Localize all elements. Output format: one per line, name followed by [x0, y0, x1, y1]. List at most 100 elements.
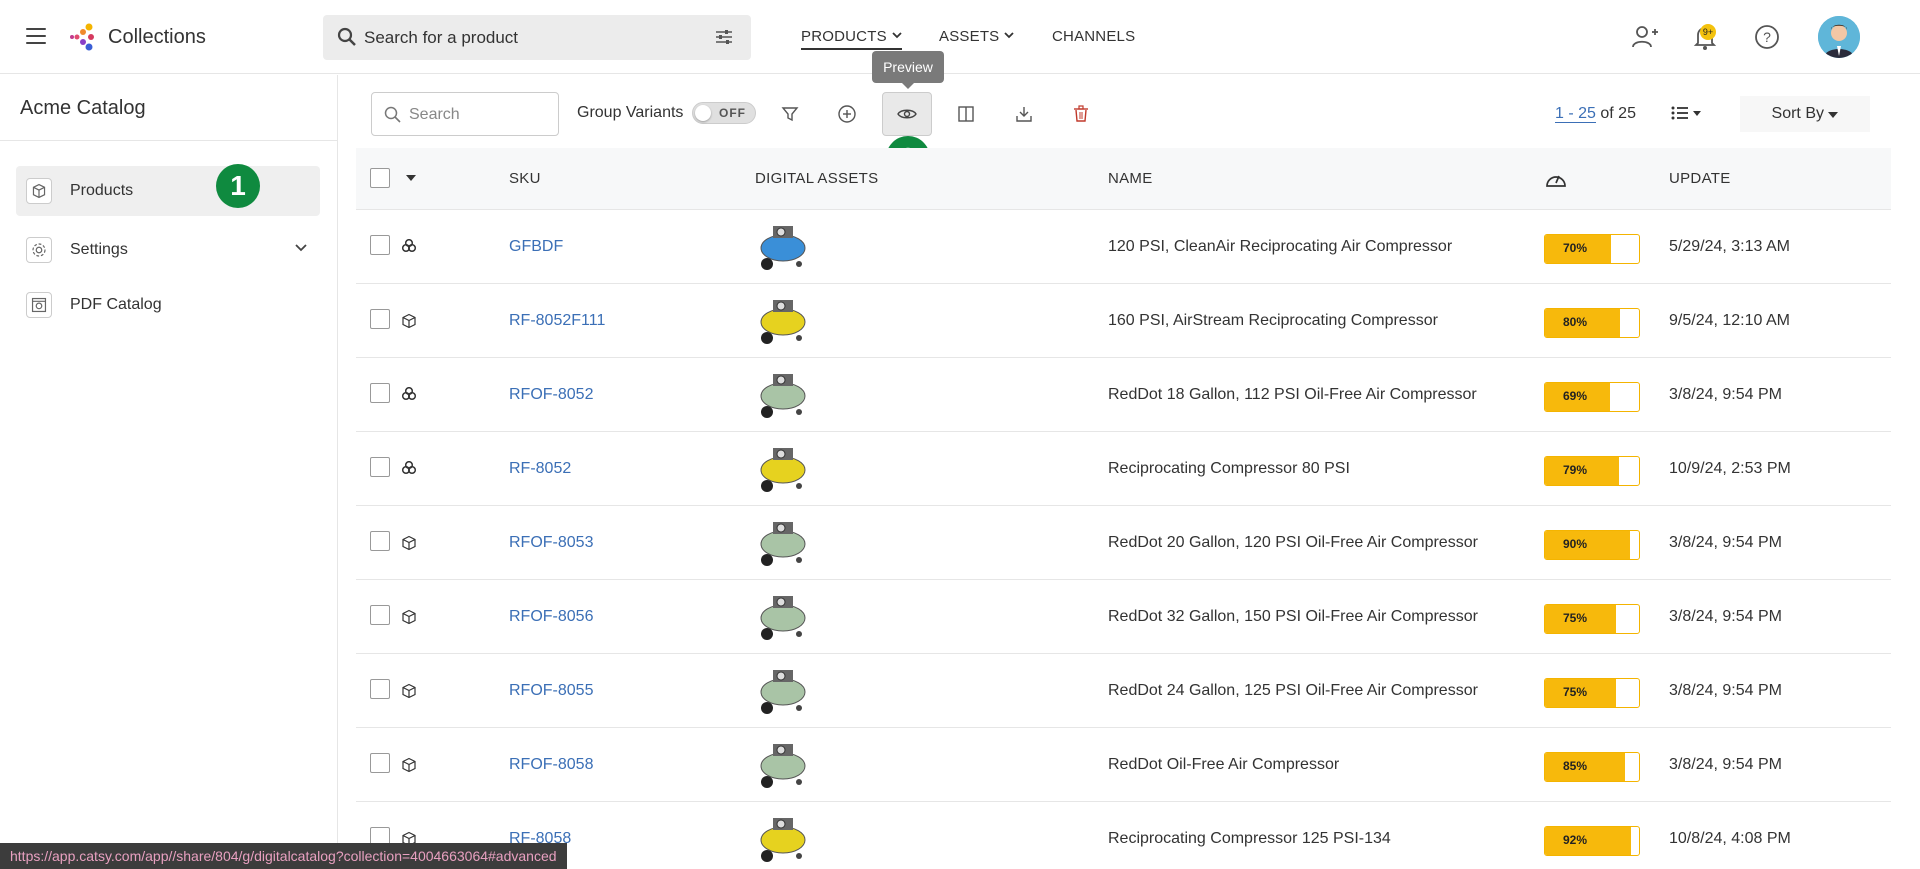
product-icon [402, 757, 416, 773]
product-thumbnail[interactable] [755, 370, 811, 422]
row-checkbox[interactable] [370, 309, 390, 329]
chevron-down-icon[interactable] [294, 243, 308, 252]
sidebar-item-label: Settings [70, 241, 128, 258]
add-user-icon[interactable] [1630, 22, 1660, 52]
caret-down-icon[interactable] [406, 175, 416, 181]
row-checkbox[interactable] [370, 531, 390, 551]
app-title: Collections [108, 26, 206, 48]
product-icon [402, 313, 416, 329]
row-checkbox[interactable] [370, 235, 390, 255]
sidebar-item-label: PDF Catalog [70, 296, 162, 313]
menu-icon[interactable] [26, 28, 46, 44]
table-row[interactable]: RFOF-8052 RedDot 18 Gallon, 112 PSI Oil-F… [356, 358, 1891, 432]
list-view-icon [1671, 106, 1701, 120]
completeness-label: 90% [1562, 537, 1588, 551]
export-button[interactable] [1002, 92, 1046, 136]
nav-products[interactable]: PRODUCTS [801, 28, 902, 50]
product-thumbnail[interactable] [755, 296, 811, 348]
product-thumbnail[interactable] [755, 592, 811, 644]
nav-assets[interactable]: ASSETS [939, 28, 1015, 45]
table-row[interactable]: RF-8058 Reciprocating Compressor 125 PSI-… [356, 802, 1891, 869]
user-avatar[interactable] [1818, 16, 1860, 58]
column-header-sku[interactable]: SKU [509, 170, 541, 187]
variants-icon [401, 239, 417, 253]
toggle-state: OFF [719, 106, 746, 120]
product-thumbnail[interactable] [755, 444, 811, 496]
sort-by-button[interactable]: Sort By [1740, 96, 1870, 132]
product-thumbnail[interactable] [755, 222, 811, 274]
sku-link[interactable]: RFOF-8056 [509, 608, 593, 626]
sidebar-item-settings[interactable]: Settings [16, 225, 320, 275]
sku-link[interactable]: RFOF-8052 [509, 386, 593, 404]
product-thumbnail[interactable] [755, 814, 811, 866]
sku-link[interactable]: RFOF-8053 [509, 534, 593, 552]
completeness-label: 92% [1562, 833, 1588, 847]
global-search-input[interactable]: Search for a product [323, 15, 751, 60]
nav-products-label: PRODUCTS [801, 28, 887, 45]
sidebar-item-products[interactable]: Products [16, 166, 320, 216]
global-search-placeholder: Search for a product [364, 28, 519, 47]
product-thumbnail[interactable] [755, 518, 811, 570]
update-timestamp: 3/8/24, 9:54 PM [1669, 386, 1782, 403]
notification-badge: 9+ [1700, 24, 1716, 40]
pdf-catalog-icon [26, 292, 52, 318]
columns-button[interactable] [944, 92, 988, 136]
sku-link[interactable]: GFBDF [509, 238, 563, 256]
table-row[interactable]: GFBDF 120 PSI, CleanAir Reciprocating Air… [356, 210, 1891, 284]
product-thumbnail[interactable] [755, 740, 811, 792]
help-icon[interactable]: ? [1752, 22, 1782, 52]
column-header-digital-assets[interactable]: DIGITAL ASSETS [755, 170, 878, 187]
completeness-label: 75% [1562, 685, 1588, 699]
sku-link[interactable]: RF-8052 [509, 460, 571, 478]
preview-button[interactable] [882, 92, 932, 136]
update-timestamp: 9/5/24, 12:10 AM [1669, 312, 1790, 329]
nav-channels-label: CHANNELS [1052, 28, 1136, 45]
row-checkbox[interactable] [370, 457, 390, 477]
chevron-down-icon [892, 32, 902, 39]
sidebar: Acme Catalog Products 1 Settings PDF Cat… [0, 75, 338, 869]
nav-channels[interactable]: CHANNELS [1052, 28, 1135, 45]
product-thumbnail[interactable] [755, 666, 811, 718]
gauge-icon[interactable] [1544, 168, 1568, 190]
group-variants-toggle[interactable]: OFF [692, 102, 756, 124]
row-checkbox[interactable] [370, 679, 390, 699]
filter-settings-icon[interactable] [715, 29, 733, 45]
product-name: RedDot 24 Gallon, 125 PSI Oil-Free Air C… [1108, 682, 1478, 699]
sku-link[interactable]: RF-8052F111 [509, 312, 605, 330]
row-checkbox[interactable] [370, 753, 390, 773]
completeness-bar: 90% [1544, 530, 1640, 560]
column-header-name[interactable]: NAME [1108, 170, 1153, 187]
table-row[interactable]: RFOF-8055 RedDot 24 Gallon, 125 PSI Oil-F… [356, 654, 1891, 728]
table-row[interactable]: RFOF-8056 RedDot 32 Gallon, 150 PSI Oil-F… [356, 580, 1891, 654]
table-row[interactable]: RFOF-8058 RedDot Oil-Free Air Compressor 8… [356, 728, 1891, 802]
column-header-update[interactable]: UPDATE [1669, 170, 1731, 187]
add-product-button[interactable] [825, 92, 869, 136]
product-name: 120 PSI, CleanAir Reciprocating Air Comp… [1108, 238, 1453, 255]
pager-range[interactable]: 1 - 25 [1555, 105, 1596, 123]
table-search-input[interactable]: Search [371, 92, 559, 136]
catalog-title: Acme Catalog [20, 97, 146, 119]
completeness-bar: 70% [1544, 234, 1640, 264]
sku-link[interactable]: RFOF-8058 [509, 756, 593, 774]
update-timestamp: 10/9/24, 2:53 PM [1669, 460, 1791, 477]
sidebar-item-label: Products [70, 182, 134, 199]
product-name: Reciprocating Compressor 80 PSI [1108, 460, 1350, 477]
filter-button[interactable] [768, 92, 812, 136]
completeness-label: 69% [1562, 389, 1588, 403]
nav-assets-label: ASSETS [939, 28, 1000, 45]
view-mode-button[interactable] [1670, 103, 1704, 127]
delete-button[interactable] [1059, 92, 1103, 136]
collections-logo [70, 23, 94, 51]
row-checkbox[interactable] [370, 383, 390, 403]
row-checkbox[interactable] [370, 605, 390, 625]
table-row[interactable]: RFOF-8053 RedDot 20 Gallon, 120 PSI Oil-F… [356, 506, 1891, 580]
sidebar-item-pdf-catalog[interactable]: PDF Catalog [16, 280, 320, 330]
table-row[interactable]: RF-8052 Reciprocating Compressor 80 PSI 79… [356, 432, 1891, 506]
completeness-label: 85% [1562, 759, 1588, 773]
table-row[interactable]: RF-8052F111 160 PSI, AirStream Reciprocat… [356, 284, 1891, 358]
completeness-bar: 80% [1544, 308, 1640, 338]
filter-icon [781, 107, 799, 122]
select-all-checkbox[interactable] [370, 168, 390, 188]
plus-circle-icon [838, 105, 856, 123]
sku-link[interactable]: RFOF-8055 [509, 682, 593, 700]
